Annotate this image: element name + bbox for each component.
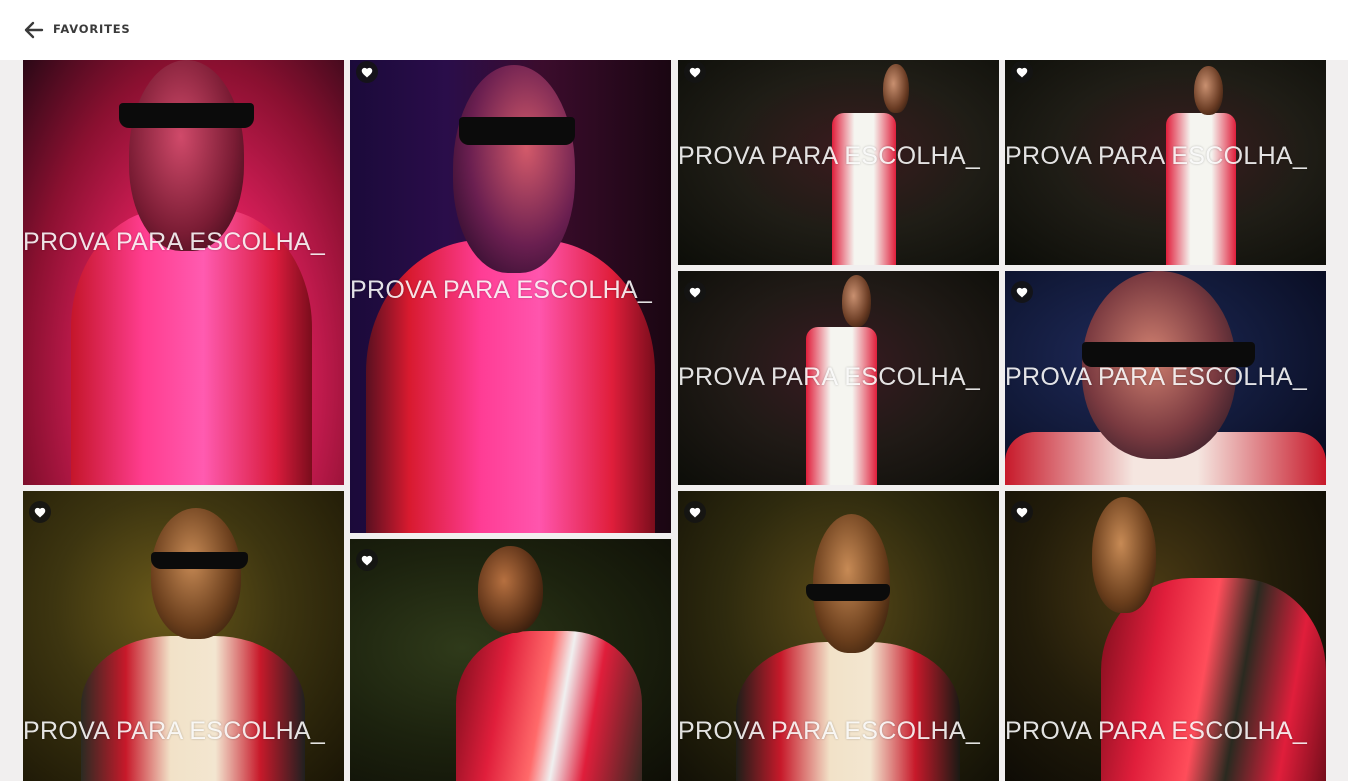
watermark-text: PROVA PARA ESCOLHA_ (1005, 717, 1308, 745)
photo-card[interactable]: PROVA PARA ESCOLHA_ (1005, 60, 1326, 265)
photo-subject (80, 636, 306, 781)
favorite-heart-button[interactable] (1011, 281, 1033, 303)
heart-icon (689, 67, 701, 77)
photo-subject-head (1091, 496, 1156, 613)
watermark-text: PROVA PARA ESCOLHA_ (678, 142, 981, 170)
favorite-heart-button[interactable] (356, 61, 378, 83)
photo-subject-head (151, 508, 242, 639)
watermark-text: PROVA PARA ESCOLHA_ (23, 717, 326, 745)
heart-icon (34, 507, 46, 517)
watermark-text: PROVA PARA ESCOLHA_ (350, 276, 653, 304)
photo-card[interactable]: PROVA PARA ESCOLHA_ (678, 491, 999, 781)
photo-subject-sunglasses (806, 583, 890, 602)
heart-icon (361, 555, 373, 565)
photo-gallery: PROVA PARA ESCOLHA_ PROVA PARA ESCOLHA_ … (0, 0, 1348, 781)
favorite-heart-button[interactable] (1011, 501, 1033, 523)
photo-subject-sunglasses (151, 551, 248, 570)
favorite-heart-button[interactable] (684, 61, 706, 83)
watermark-text: PROVA PARA ESCOLHA_ (23, 228, 326, 256)
photo-card[interactable]: PROVA PARA ESCOLHA_ (23, 491, 344, 781)
photo-subject (832, 113, 897, 265)
photo-card[interactable]: PROVA PARA ESCOLHA_ (678, 271, 999, 485)
photo-card[interactable]: PROVA PARA ESCOLHA_ (350, 60, 671, 533)
heart-icon (689, 287, 701, 297)
photo-subject (1165, 113, 1237, 265)
photo-subject-head (1194, 66, 1224, 116)
photo-subject-head (452, 64, 575, 273)
photo-subject (455, 630, 643, 781)
watermark-text: PROVA PARA ESCOLHA_ (1005, 142, 1308, 170)
photo-card[interactable]: PROVA PARA ESCOLHA_ (23, 60, 344, 485)
photo-subject-head (478, 546, 543, 634)
page-title: FAVORITES (53, 22, 131, 36)
heart-icon (361, 67, 373, 77)
heart-icon (1016, 507, 1028, 517)
watermark-text: PROVA PARA ESCOLHA_ (1005, 363, 1308, 391)
arrow-left-icon (24, 21, 44, 39)
photo-subject-sunglasses (119, 102, 255, 128)
favorite-heart-button[interactable] (356, 549, 378, 571)
favorite-heart-button[interactable] (684, 501, 706, 523)
back-button[interactable] (22, 18, 46, 42)
watermark-text: PROVA PARA ESCOLHA_ (678, 363, 981, 391)
photo-subject-head (841, 275, 871, 327)
photo-subject-head (128, 60, 245, 252)
photo-card[interactable]: PROVA PARA ESCOLHA_ (1005, 271, 1326, 485)
photo-subject (735, 641, 961, 781)
photo-subject-sunglasses (459, 116, 575, 146)
heart-icon (689, 507, 701, 517)
watermark-text: PROVA PARA ESCOLHA_ (678, 717, 981, 745)
heart-icon (1016, 67, 1028, 77)
photo-card[interactable]: PROVA PARA ESCOLHA_ (1005, 491, 1326, 781)
favorite-heart-button[interactable] (29, 501, 51, 523)
photo-card[interactable] (350, 539, 671, 781)
photo-card[interactable]: PROVA PARA ESCOLHA_ (678, 60, 999, 265)
photo-subject (806, 326, 877, 485)
favorite-heart-button[interactable] (1011, 61, 1033, 83)
heart-icon (1016, 287, 1028, 297)
top-bar: FAVORITES (0, 0, 1348, 60)
photo-subject-head (883, 64, 910, 114)
favorite-heart-button[interactable] (684, 281, 706, 303)
